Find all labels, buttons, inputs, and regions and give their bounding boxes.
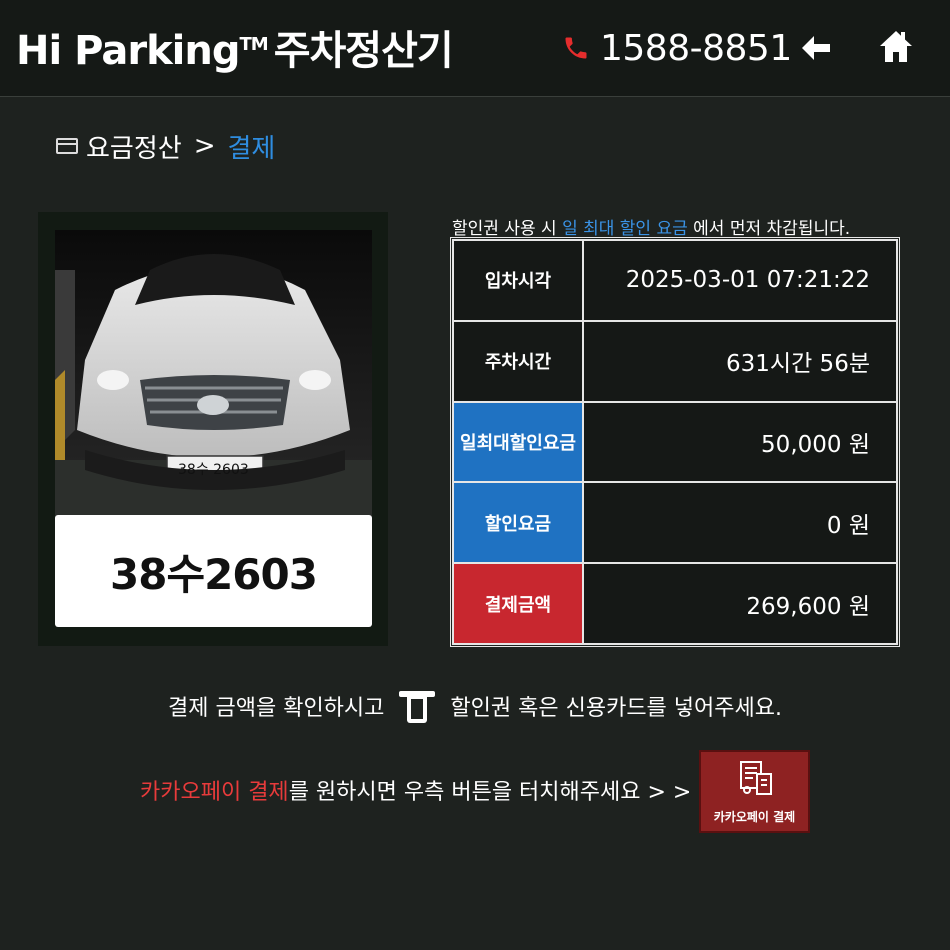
entry-time-label: 입차시각 (452, 239, 584, 322)
notice-suffix: 에서 먼저 차감됩니다. (687, 219, 851, 239)
arrow-left-icon (802, 36, 830, 60)
notice-highlight: 일 최대 할인 요금 (562, 219, 688, 239)
home-icon (880, 31, 912, 62)
kakao-pay-button[interactable]: 카카오페이 결제 (699, 750, 810, 833)
table-row: 입차시각 2025-03-01 07:21:22 (452, 239, 898, 322)
breadcrumb: 요금정산 > 결제 (56, 126, 275, 166)
table-row: 결제금액 269,600 원 (452, 562, 898, 645)
payment-amount-label: 결제금액 (452, 562, 584, 645)
back-button[interactable] (798, 30, 834, 66)
phone-contact: 1588-8851 (562, 27, 792, 69)
entry-time-value: 2025-03-01 07:21:22 (582, 239, 898, 322)
discount-amount-label: 할인요금 (452, 481, 584, 565)
home-button[interactable] (876, 26, 916, 66)
brand-name: Hi Parking (16, 28, 240, 74)
table-row: 주차시간 631시간 56분 (452, 319, 898, 403)
breadcrumb-payment: 결제 (227, 133, 276, 164)
discount-amount-value: 0 원 (582, 481, 898, 565)
kakao-instruction: 카카오페이 결제를 원하시면 우측 버튼을 터치해주세요 > > (140, 774, 691, 806)
table-row: 일최대할인요금 50,000 원 (452, 400, 898, 484)
app-subtitle: 주차정산기 (273, 28, 454, 74)
instruction-line1-suffix: 할인권 혹은 신용카드를 넣어주세요. (450, 696, 782, 721)
breadcrumb-fee-settlement[interactable]: 요금정산 (86, 128, 182, 165)
vehicle-panel: 38수 2603 38수2603 (38, 212, 388, 646)
parking-duration-value: 631시간 56분 (582, 319, 898, 403)
parking-duration-label: 주차시간 (452, 319, 584, 403)
vehicle-photo: 38수 2603 (55, 230, 372, 526)
app-title: Hi ParkingTM 주차정산기 (16, 18, 454, 76)
vehicle-photo-plate-text: 38수 2603 (178, 462, 249, 478)
discount-notice: 할인권 사용 시 일 최대 할인 요금 에서 먼저 차감됩니다. (452, 214, 850, 239)
app-header: Hi ParkingTM 주차정산기 1588-8851 (0, 0, 950, 97)
kakao-instruction-highlight: 카카오페이 결제 (140, 780, 289, 805)
kakao-instruction-rest: 를 원하시면 우측 버튼을 터치해주세요 > > (288, 780, 692, 805)
notice-prefix: 할인권 사용 시 (452, 219, 563, 239)
insert-instruction: 결제 금액을 확인하시고 할인권 혹은 신용카드를 넣어주세요. (0, 690, 950, 727)
phone-number: 1588-8851 (600, 27, 792, 69)
payment-amount-value: 269,600 원 (582, 562, 898, 645)
fee-table: 입차시각 2025-03-01 07:21:22 주차시간 631시간 56분 … (450, 237, 900, 647)
phone-icon (562, 33, 592, 63)
instruction-line1-prefix: 결제 금액을 확인하시고 (168, 696, 385, 721)
card-slot-icon (397, 689, 437, 725)
kakao-pay-button-label: 카카오페이 결제 (713, 810, 796, 824)
breadcrumb-separator: > (193, 131, 216, 161)
trademark-mark: TM (239, 33, 269, 55)
license-plate: 38수2603 (55, 515, 372, 627)
daily-max-discount-label: 일최대할인요금 (452, 400, 584, 484)
daily-max-discount-value: 50,000 원 (582, 400, 898, 484)
receipt-icon (737, 760, 775, 800)
table-row: 할인요금 0 원 (452, 481, 898, 565)
credit-card-icon (56, 138, 78, 154)
